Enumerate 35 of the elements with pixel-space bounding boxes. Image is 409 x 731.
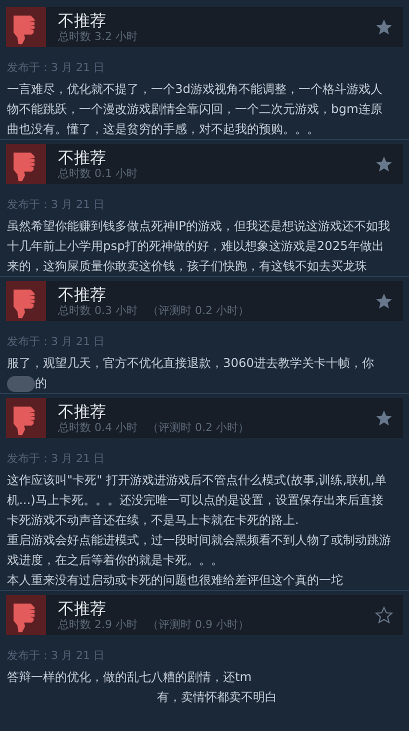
- posted-date: 发布于：3 月 21 日: [7, 452, 106, 466]
- playtime-text: 总时数 0.1 小时: [58, 166, 138, 180]
- playtime-text: 总时数 0.3 小时: [58, 304, 138, 318]
- thumbs-down-icon: [6, 7, 46, 47]
- star-icon[interactable]: [375, 292, 393, 310]
- thumbs-down-icon: [6, 595, 46, 635]
- review-text: 这作应该叫"卡死" 打开游戏进游戏后不管点什么模式(故事,训练,联机,单机...)马上卡死。。。还没完唯一可以点的是设置，设置保存出来后直接卡死游戏不动声音还在续，不是马上卡就在卡死的路上.: [7, 472, 388, 529]
- review-text: 一言难尽，优化就不提了，一个3d游戏视角不能调整，一个格斗游戏人物不能跳跃，一个漫改游戏剧情全靠闪回，一个二次元游戏，bgm连原曲也没有。懂了，这是贫穷的手感，对不起我的预购。。。: [7, 81, 384, 138]
- star-icon[interactable]: [375, 155, 393, 173]
- verdict-title: 不推荐: [58, 402, 107, 420]
- posted-date: 发布于：3 月 21 日: [7, 649, 106, 663]
- review-playtime-text: （评测时 0.2 小时）: [148, 304, 249, 318]
- review-text: 答辩一样的优化，做的乱七八糟的剧情，还tm 有，卖情怀都卖不明白: [7, 669, 278, 706]
- review-text: 重启游戏会好点能进模式，过一段时间就会黑频看不到人物了或制动跳游戏进度，在之后等着你的就是卡死。。。: [7, 532, 392, 569]
- review-text: 虽然希望你能赚到钱多做点死神IP的游戏，但我还是想说这游戏还不如我十几年前上小学用psp打的死神做的好，难以想象这游戏是2025年做出来的，这狗屎质量你敢卖这价钱，孩子们快跑，有这钱不如去买龙珠: [7, 218, 391, 275]
- posted-date: 发布于：3 月 21 日: [7, 61, 106, 75]
- star-icon[interactable]: [375, 409, 393, 427]
- review-playtime-text: （评测时 0.9 小时）: [148, 618, 249, 632]
- verdict-title: 不推荐: [58, 148, 107, 166]
- review-text: 服了，观望几天，官方不优化直接退款，3060进去教学关卡十帧，你 的: [7, 355, 376, 393]
- thumbs-down-icon: [6, 144, 46, 184]
- posted-date: 发布于：3 月 21 日: [7, 335, 106, 349]
- thumbs-down-icon: [6, 281, 46, 321]
- verdict-title: 不推荐: [58, 598, 107, 618]
- review-playtime-text: （评测时 0.2 小时）: [148, 420, 249, 434]
- verdict-title: 不推荐: [58, 284, 107, 304]
- playtime-text: 总时数 2.9 小时: [58, 618, 138, 632]
- playtime-text: 总时数 0.4 小时: [58, 420, 138, 434]
- star-icon[interactable]: [375, 18, 393, 36]
- star-icon[interactable]: [375, 606, 393, 624]
- review-text: 本人重来没有过启动或卡死的问题也很难给差评但这个真的一坨: [7, 572, 344, 589]
- posted-date: 发布于：3 月 21 日: [7, 198, 106, 212]
- playtime-text: 总时数 3.2 小时: [58, 30, 138, 44]
- verdict-title: 不推荐: [58, 10, 107, 30]
- thumbs-down-icon: [6, 398, 46, 438]
